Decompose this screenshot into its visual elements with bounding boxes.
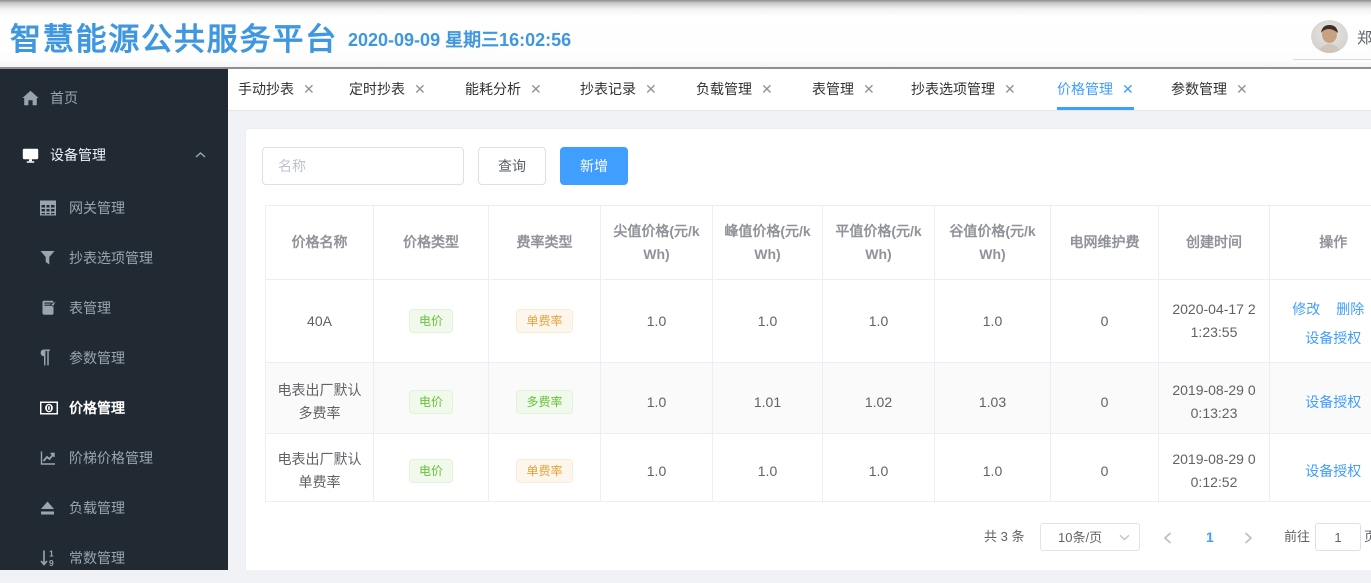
svg-text:0: 0	[47, 403, 52, 413]
svg-text:9: 9	[49, 558, 54, 567]
